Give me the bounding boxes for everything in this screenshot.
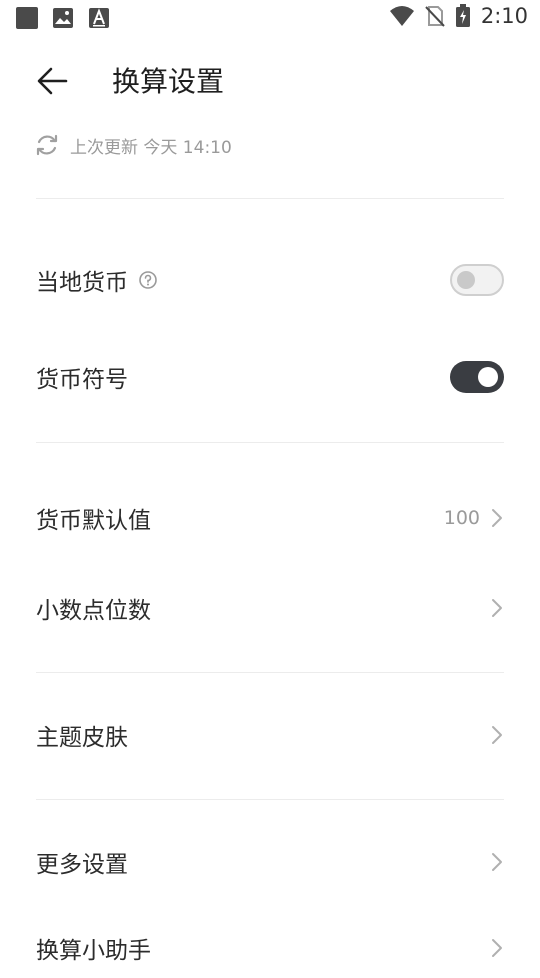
setting-decimal-places[interactable]: 小数点位数: [36, 578, 504, 638]
setting-default-value[interactable]: 货币默认值 100: [36, 488, 504, 548]
arrow-left-icon: [37, 67, 68, 95]
toggle-knob: [457, 271, 475, 289]
app-bar: 换算设置: [0, 52, 540, 108]
chevron-right-icon: [492, 509, 502, 527]
divider: [36, 799, 504, 800]
last-update: 上次更新 今天 14:10: [34, 132, 232, 158]
notification-icons: [16, 7, 110, 29]
battery-charging-icon: [455, 4, 470, 27]
toggle-knob: [478, 367, 498, 387]
chevron-right-icon: [492, 726, 502, 744]
setting-label: 货币默认值: [36, 508, 151, 534]
page-title: 换算设置: [112, 65, 225, 98]
setting-label: 当地货币: [36, 270, 128, 296]
help-icon[interactable]: [138, 270, 158, 290]
refresh-icon[interactable]: [34, 132, 60, 158]
back-button[interactable]: [32, 60, 74, 102]
chevron-right-icon: [492, 599, 502, 617]
last-update-text: 上次更新 今天 14:10: [70, 137, 232, 158]
clock: 2:10: [480, 4, 528, 28]
setting-more[interactable]: 更多设置: [36, 832, 504, 892]
divider: [36, 198, 504, 199]
setting-assistant[interactable]: 换算小助手: [36, 918, 504, 978]
font-icon: [89, 8, 109, 28]
app-notification-icon: [16, 7, 38, 29]
setting-theme[interactable]: 主题皮肤: [36, 705, 504, 765]
setting-label: 货币符号: [36, 367, 128, 393]
setting-currency-symbol[interactable]: 货币符号: [36, 347, 504, 407]
setting-local-currency[interactable]: 当地货币: [36, 250, 504, 310]
setting-label: 小数点位数: [36, 598, 151, 624]
chevron-right-icon: [492, 853, 502, 871]
image-icon: [53, 8, 73, 28]
local-currency-toggle[interactable]: [450, 264, 504, 296]
setting-label: 主题皮肤: [36, 725, 128, 751]
chevron-right-icon: [492, 939, 502, 957]
divider: [36, 442, 504, 443]
divider: [36, 672, 504, 673]
no-sim-icon: [425, 6, 445, 27]
currency-symbol-toggle[interactable]: [450, 361, 504, 393]
setting-label: 更多设置: [36, 852, 128, 878]
wifi-icon: [389, 6, 414, 26]
status-bar: 2:10: [0, 0, 540, 36]
default-value: 100: [443, 507, 480, 529]
